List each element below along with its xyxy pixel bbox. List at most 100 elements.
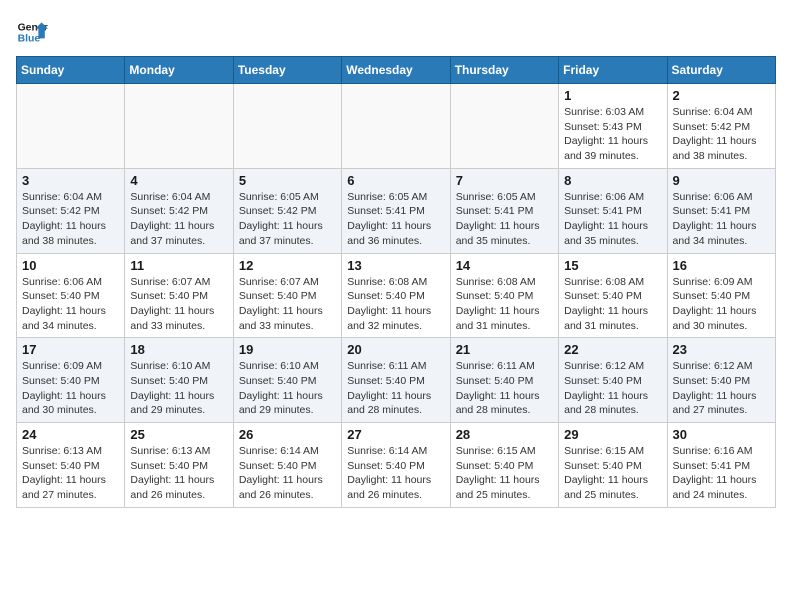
day-info: Sunrise: 6:08 AM Sunset: 5:40 PM Dayligh… bbox=[347, 275, 444, 334]
day-number: 28 bbox=[456, 427, 553, 442]
day-number: 26 bbox=[239, 427, 336, 442]
day-cell-16: 16 Sunrise: 6:09 AM Sunset: 5:40 PM Dayli… bbox=[667, 253, 775, 338]
empty-cell bbox=[17, 84, 125, 169]
day-info: Sunrise: 6:14 AM Sunset: 5:40 PM Dayligh… bbox=[347, 444, 444, 503]
logo: General Blue bbox=[16, 16, 54, 48]
day-number: 6 bbox=[347, 173, 444, 188]
day-info: Sunrise: 6:15 AM Sunset: 5:40 PM Dayligh… bbox=[564, 444, 661, 503]
day-info: Sunrise: 6:11 AM Sunset: 5:40 PM Dayligh… bbox=[456, 359, 553, 418]
day-number: 23 bbox=[673, 342, 770, 357]
day-info: Sunrise: 6:08 AM Sunset: 5:40 PM Dayligh… bbox=[456, 275, 553, 334]
day-info: Sunrise: 6:04 AM Sunset: 5:42 PM Dayligh… bbox=[22, 190, 119, 249]
day-info: Sunrise: 6:10 AM Sunset: 5:40 PM Dayligh… bbox=[239, 359, 336, 418]
day-number: 30 bbox=[673, 427, 770, 442]
day-info: Sunrise: 6:07 AM Sunset: 5:40 PM Dayligh… bbox=[239, 275, 336, 334]
weekday-header-row: SundayMondayTuesdayWednesdayThursdayFrid… bbox=[17, 57, 776, 84]
weekday-header-saturday: Saturday bbox=[667, 57, 775, 84]
day-cell-28: 28 Sunrise: 6:15 AM Sunset: 5:40 PM Dayli… bbox=[450, 423, 558, 508]
day-number: 3 bbox=[22, 173, 119, 188]
day-cell-26: 26 Sunrise: 6:14 AM Sunset: 5:40 PM Dayli… bbox=[233, 423, 341, 508]
day-cell-11: 11Sunrise: 6:07 AM Sunset: 5:40 PM Dayli… bbox=[125, 253, 233, 338]
weekday-header-wednesday: Wednesday bbox=[342, 57, 450, 84]
day-cell-10: 10Sunrise: 6:06 AM Sunset: 5:40 PM Dayli… bbox=[17, 253, 125, 338]
weekday-header-tuesday: Tuesday bbox=[233, 57, 341, 84]
weekday-header-thursday: Thursday bbox=[450, 57, 558, 84]
day-cell-15: 15 Sunrise: 6:08 AM Sunset: 5:40 PM Dayli… bbox=[559, 253, 667, 338]
empty-cell bbox=[233, 84, 341, 169]
day-cell-25: 25Sunrise: 6:13 AM Sunset: 5:40 PM Dayli… bbox=[125, 423, 233, 508]
day-number: 15 bbox=[564, 258, 661, 273]
day-cell-1: 1 Sunrise: 6:03 AM Sunset: 5:43 PM Daylig… bbox=[559, 84, 667, 169]
day-info: Sunrise: 6:06 AM Sunset: 5:40 PM Dayligh… bbox=[22, 275, 119, 334]
day-number: 27 bbox=[347, 427, 444, 442]
day-cell-20: 20Sunrise: 6:11 AM Sunset: 5:40 PM Dayli… bbox=[342, 338, 450, 423]
weekday-header-friday: Friday bbox=[559, 57, 667, 84]
day-number: 18 bbox=[130, 342, 227, 357]
day-info: Sunrise: 6:10 AM Sunset: 5:40 PM Dayligh… bbox=[130, 359, 227, 418]
empty-cell bbox=[342, 84, 450, 169]
day-info: Sunrise: 6:04 AM Sunset: 5:42 PM Dayligh… bbox=[673, 105, 770, 164]
day-info: Sunrise: 6:09 AM Sunset: 5:40 PM Dayligh… bbox=[673, 275, 770, 334]
day-cell-21: 21 Sunrise: 6:11 AM Sunset: 5:40 PM Dayli… bbox=[450, 338, 558, 423]
day-number: 8 bbox=[564, 173, 661, 188]
day-cell-9: 9Sunrise: 6:06 AM Sunset: 5:41 PM Daylig… bbox=[667, 168, 775, 253]
day-cell-4: 4Sunrise: 6:04 AM Sunset: 5:42 PM Daylig… bbox=[125, 168, 233, 253]
day-cell-30: 30 Sunrise: 6:16 AM Sunset: 5:41 PM Dayli… bbox=[667, 423, 775, 508]
day-info: Sunrise: 6:05 AM Sunset: 5:41 PM Dayligh… bbox=[456, 190, 553, 249]
day-info: Sunrise: 6:09 AM Sunset: 5:40 PM Dayligh… bbox=[22, 359, 119, 418]
day-cell-14: 14 Sunrise: 6:08 AM Sunset: 5:40 PM Dayli… bbox=[450, 253, 558, 338]
day-number: 7 bbox=[456, 173, 553, 188]
day-number: 9 bbox=[673, 173, 770, 188]
day-info: Sunrise: 6:12 AM Sunset: 5:40 PM Dayligh… bbox=[673, 359, 770, 418]
day-cell-7: 7 Sunrise: 6:05 AM Sunset: 5:41 PM Daylig… bbox=[450, 168, 558, 253]
day-cell-13: 13 Sunrise: 6:08 AM Sunset: 5:40 PM Dayli… bbox=[342, 253, 450, 338]
day-number: 16 bbox=[673, 258, 770, 273]
day-cell-22: 22Sunrise: 6:12 AM Sunset: 5:40 PM Dayli… bbox=[559, 338, 667, 423]
day-number: 24 bbox=[22, 427, 119, 442]
day-info: Sunrise: 6:08 AM Sunset: 5:40 PM Dayligh… bbox=[564, 275, 661, 334]
day-number: 19 bbox=[239, 342, 336, 357]
week-row-5: 24 Sunrise: 6:13 AM Sunset: 5:40 PM Dayli… bbox=[17, 423, 776, 508]
day-info: Sunrise: 6:15 AM Sunset: 5:40 PM Dayligh… bbox=[456, 444, 553, 503]
day-number: 17 bbox=[22, 342, 119, 357]
day-number: 14 bbox=[456, 258, 553, 273]
day-cell-2: 2Sunrise: 6:04 AM Sunset: 5:42 PM Daylig… bbox=[667, 84, 775, 169]
day-info: Sunrise: 6:16 AM Sunset: 5:41 PM Dayligh… bbox=[673, 444, 770, 503]
svg-text:Blue: Blue bbox=[18, 34, 41, 45]
day-info: Sunrise: 6:07 AM Sunset: 5:40 PM Dayligh… bbox=[130, 275, 227, 334]
day-number: 4 bbox=[130, 173, 227, 188]
day-number: 21 bbox=[456, 342, 553, 357]
day-info: Sunrise: 6:05 AM Sunset: 5:41 PM Dayligh… bbox=[347, 190, 444, 249]
day-number: 5 bbox=[239, 173, 336, 188]
day-cell-12: 12 Sunrise: 6:07 AM Sunset: 5:40 PM Dayli… bbox=[233, 253, 341, 338]
day-cell-24: 24 Sunrise: 6:13 AM Sunset: 5:40 PM Dayli… bbox=[17, 423, 125, 508]
day-cell-18: 18 Sunrise: 6:10 AM Sunset: 5:40 PM Dayli… bbox=[125, 338, 233, 423]
day-number: 29 bbox=[564, 427, 661, 442]
day-cell-6: 6 Sunrise: 6:05 AM Sunset: 5:41 PM Daylig… bbox=[342, 168, 450, 253]
empty-cell bbox=[125, 84, 233, 169]
day-info: Sunrise: 6:13 AM Sunset: 5:40 PM Dayligh… bbox=[22, 444, 119, 503]
day-number: 1 bbox=[564, 88, 661, 103]
day-info: Sunrise: 6:11 AM Sunset: 5:40 PM Dayligh… bbox=[347, 359, 444, 418]
day-info: Sunrise: 6:14 AM Sunset: 5:40 PM Dayligh… bbox=[239, 444, 336, 503]
day-cell-29: 29 Sunrise: 6:15 AM Sunset: 5:40 PM Dayli… bbox=[559, 423, 667, 508]
day-cell-17: 17 Sunrise: 6:09 AM Sunset: 5:40 PM Dayli… bbox=[17, 338, 125, 423]
empty-cell bbox=[450, 84, 558, 169]
day-info: Sunrise: 6:13 AM Sunset: 5:40 PM Dayligh… bbox=[130, 444, 227, 503]
day-info: Sunrise: 6:03 AM Sunset: 5:43 PM Dayligh… bbox=[564, 105, 661, 164]
day-cell-8: 8 Sunrise: 6:06 AM Sunset: 5:41 PM Daylig… bbox=[559, 168, 667, 253]
calendar-table: SundayMondayTuesdayWednesdayThursdayFrid… bbox=[16, 56, 776, 508]
day-number: 12 bbox=[239, 258, 336, 273]
day-cell-23: 23 Sunrise: 6:12 AM Sunset: 5:40 PM Dayli… bbox=[667, 338, 775, 423]
day-cell-5: 5 Sunrise: 6:05 AM Sunset: 5:42 PM Daylig… bbox=[233, 168, 341, 253]
week-row-4: 17 Sunrise: 6:09 AM Sunset: 5:40 PM Dayli… bbox=[17, 338, 776, 423]
day-info: Sunrise: 6:12 AM Sunset: 5:40 PM Dayligh… bbox=[564, 359, 661, 418]
week-row-3: 10Sunrise: 6:06 AM Sunset: 5:40 PM Dayli… bbox=[17, 253, 776, 338]
weekday-header-sunday: Sunday bbox=[17, 57, 125, 84]
week-row-2: 3 Sunrise: 6:04 AM Sunset: 5:42 PM Daylig… bbox=[17, 168, 776, 253]
week-row-1: 1 Sunrise: 6:03 AM Sunset: 5:43 PM Daylig… bbox=[17, 84, 776, 169]
weekday-header-monday: Monday bbox=[125, 57, 233, 84]
day-info: Sunrise: 6:06 AM Sunset: 5:41 PM Dayligh… bbox=[564, 190, 661, 249]
day-number: 13 bbox=[347, 258, 444, 273]
day-info: Sunrise: 6:05 AM Sunset: 5:42 PM Dayligh… bbox=[239, 190, 336, 249]
